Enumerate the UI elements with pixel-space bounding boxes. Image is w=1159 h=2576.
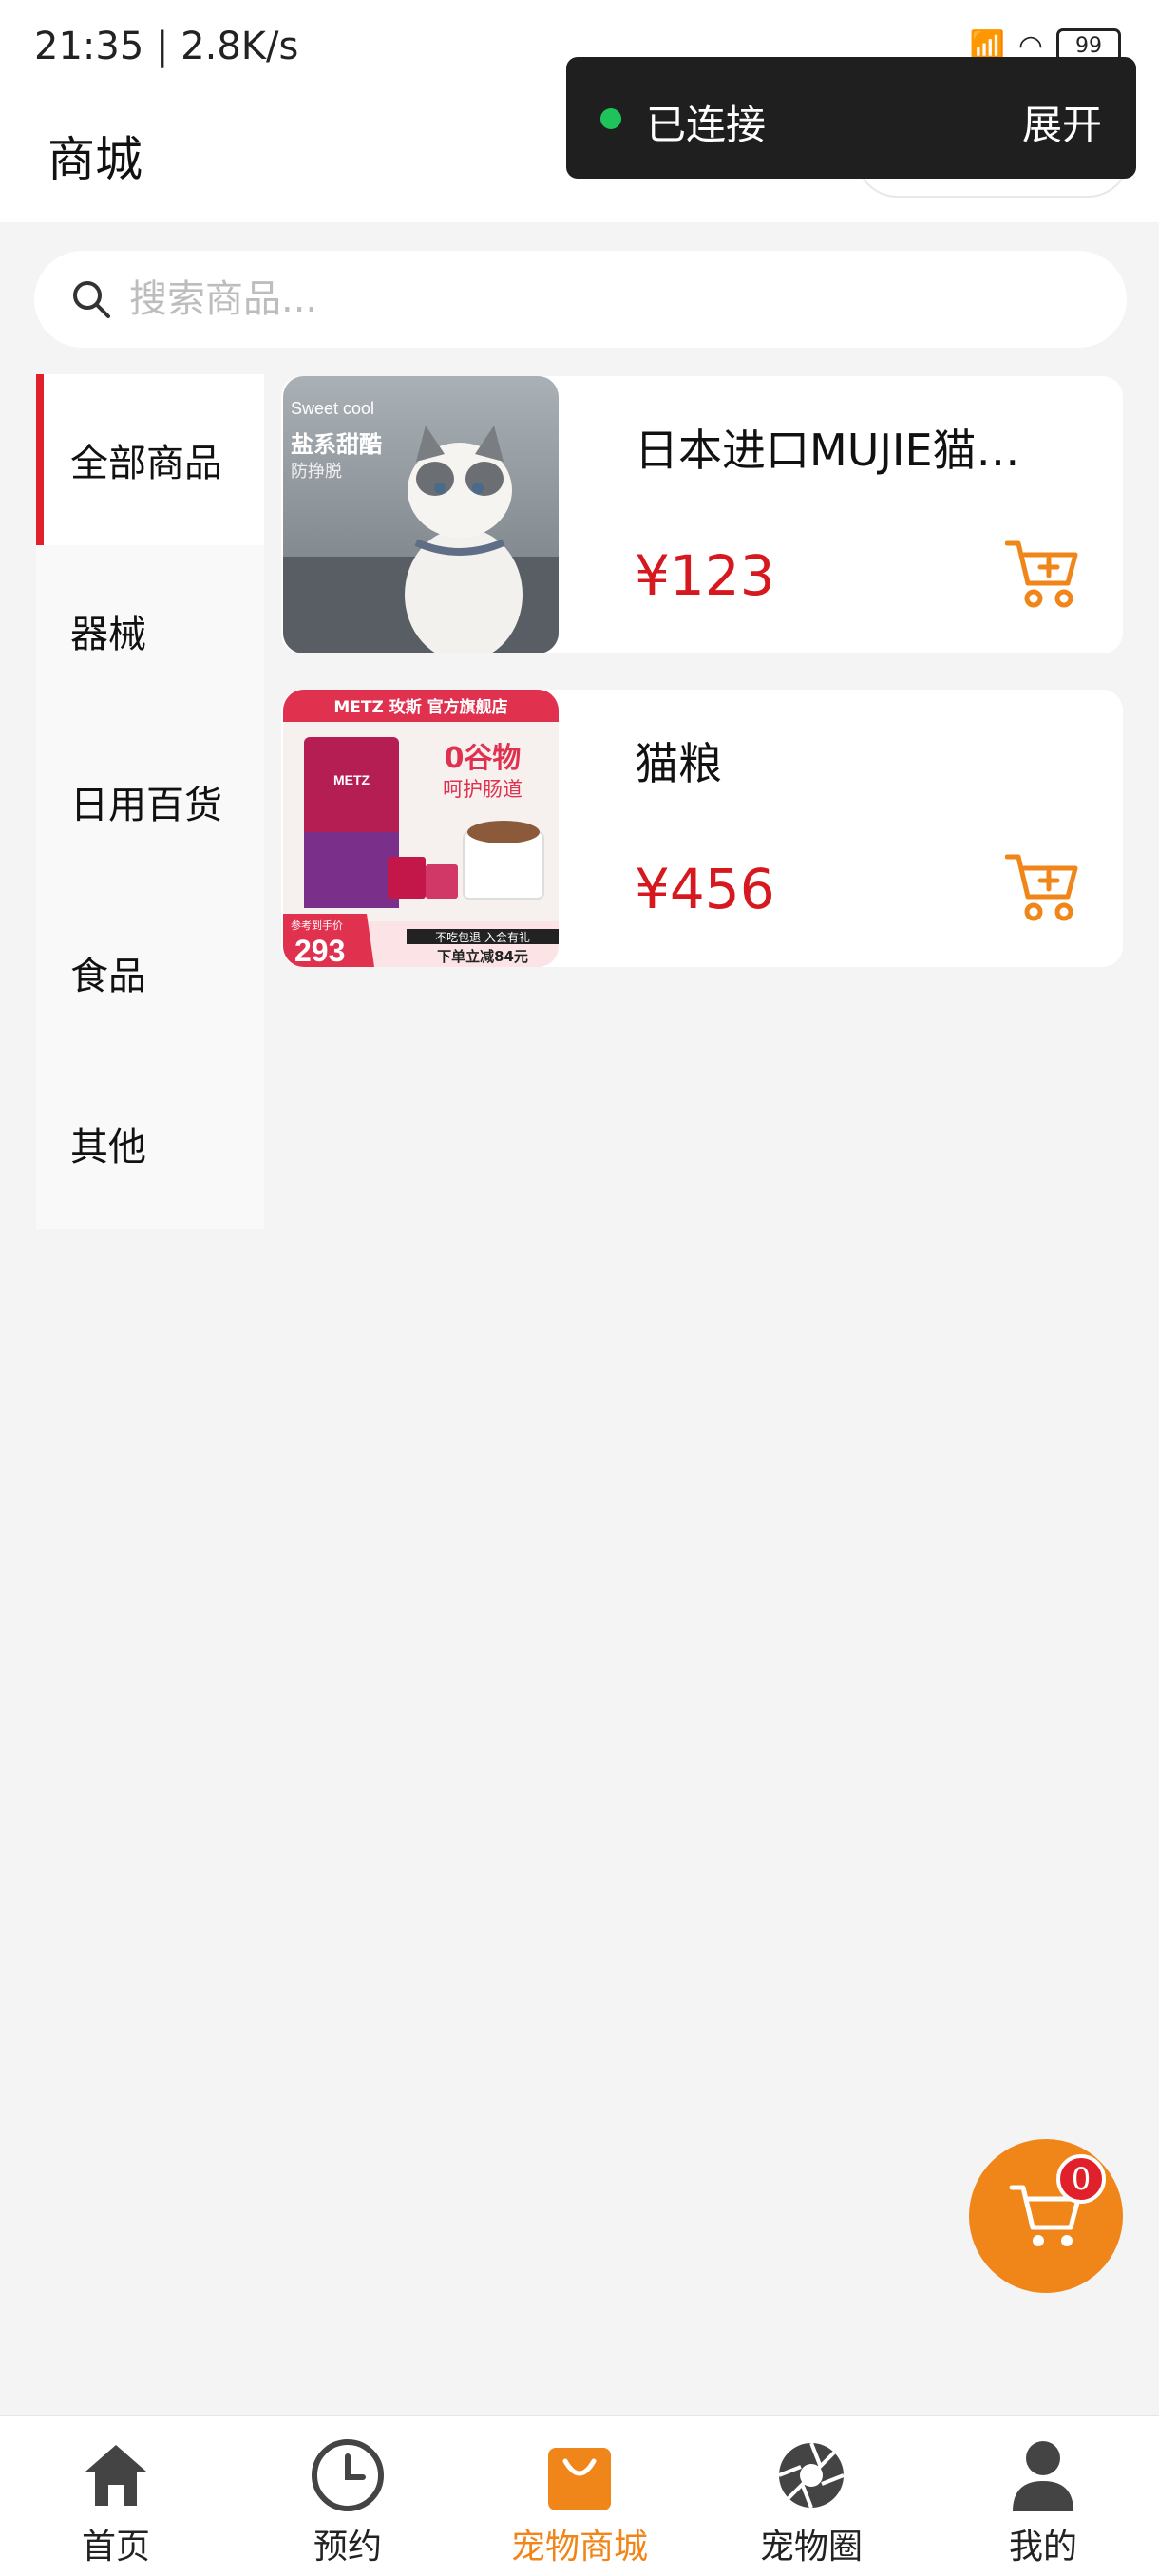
product-name[interactable]: 日本进口MUJIE猫… <box>635 416 1091 479</box>
clock-icon <box>310 2437 386 2513</box>
tab-label: 宠物商城 <box>510 2528 648 2567</box>
tab-label: 宠物圈 <box>759 2528 863 2567</box>
product-price: ¥456 <box>635 857 775 921</box>
page-title: 商城 <box>48 132 142 187</box>
search-bar[interactable] <box>34 251 1127 348</box>
connection-status: 已连接 <box>646 102 767 148</box>
expand-button[interactable]: 展开 <box>1022 93 1102 151</box>
product-image-sub: 防挣脱 <box>291 462 342 482</box>
product-image-promo-tag: 参考到手价 <box>291 919 343 932</box>
shopping-bag-icon <box>542 2437 618 2513</box>
product-card[interactable]: Sweet cool 盐系甜酷 防挣脱 日本进口MUJIE猫… ¥123 <box>281 376 1123 653</box>
product-image-promo-price: 293 <box>294 934 345 967</box>
product-image-promo-note2: 不吃包退 入会有礼 <box>435 930 530 944</box>
category-daily-goods[interactable]: 日用百货 <box>36 716 264 887</box>
category-sidebar: 全部商品 器械 日用百货 食品 其他 <box>36 374 264 1229</box>
category-food[interactable]: 食品 <box>36 887 264 1058</box>
bottom-tabbar: 首页 预约 宠物商城 宠物圈 我的 <box>0 2415 1159 2576</box>
tab-mine[interactable]: 我的 <box>927 2416 1159 2576</box>
status-time: 21:35 | 2.8K/s <box>34 25 299 68</box>
search-input[interactable] <box>129 277 984 321</box>
category-all[interactable]: 全部商品 <box>36 374 264 545</box>
tab-booking[interactable]: 预约 <box>232 2416 464 2576</box>
product-image[interactable]: METZ 玫斯 官方旗舰店 METZ 0谷物 呵护肠道 不吃包退 入会有礼 下单… <box>283 690 559 967</box>
aperture-icon <box>773 2437 849 2513</box>
connection-toast: 已连接 展开 <box>566 57 1136 179</box>
product-image-brand: METZ 玫斯 官方旗舰店 <box>333 697 507 717</box>
product-image-brand: Sweet cool <box>291 399 374 418</box>
tab-home[interactable]: 首页 <box>0 2416 232 2576</box>
add-to-cart-icon[interactable] <box>1005 851 1081 923</box>
product-image-sub: 呵护肠道 <box>443 778 522 801</box>
category-equipment[interactable]: 器械 <box>36 545 264 716</box>
category-other[interactable]: 其他 <box>36 1058 264 1229</box>
add-to-cart-icon[interactable] <box>1005 538 1081 610</box>
product-image[interactable]: Sweet cool 盐系甜酷 防挣脱 <box>283 376 559 653</box>
cart-count-badge: 0 <box>1056 2154 1106 2204</box>
connected-dot-icon <box>600 108 621 129</box>
product-card[interactable]: METZ 玫斯 官方旗舰店 METZ 0谷物 呵护肠道 不吃包退 入会有礼 下单… <box>281 690 1123 967</box>
product-image-headline: 盐系甜酷 <box>291 431 382 458</box>
tab-label: 首页 <box>81 2528 150 2567</box>
product-name[interactable]: 猫粮 <box>635 729 1091 792</box>
product-image-promo-note: 下单立减84元 <box>437 948 528 965</box>
tab-pet-circle[interactable]: 宠物圈 <box>695 2416 927 2576</box>
tab-pet-mall[interactable]: 宠物商城 <box>464 2416 695 2576</box>
svg-text:METZ: METZ <box>333 772 370 787</box>
home-icon <box>78 2437 154 2513</box>
tab-label: 预约 <box>313 2528 382 2567</box>
search-icon <box>73 281 110 318</box>
product-image-headline: 0谷物 <box>445 742 522 775</box>
floating-cart-button[interactable]: 0 <box>969 2139 1123 2293</box>
product-price: ¥123 <box>635 543 775 608</box>
user-icon <box>1005 2437 1081 2513</box>
tab-label: 我的 <box>1008 2528 1077 2567</box>
